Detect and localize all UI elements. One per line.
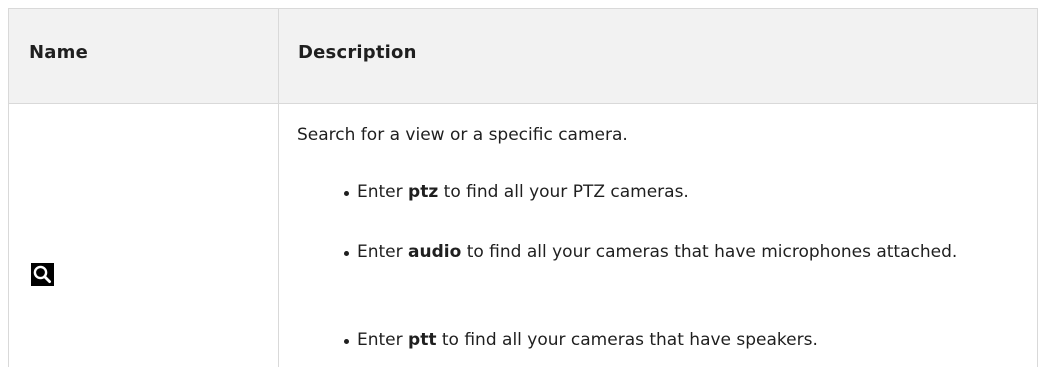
table-left-border: [8, 104, 9, 367]
column-header-name: Name: [29, 42, 88, 63]
documentation-table: Name Description Search for a view or a …: [8, 8, 1038, 367]
list-item: Enter audio to find all your cameras tha…: [344, 238, 1027, 267]
bullet-keyword: audio: [408, 242, 462, 262]
column-header-description: Description: [298, 42, 417, 63]
bullet-suffix: to find all your cameras that have speak…: [436, 330, 818, 350]
table-header-row: Name Description: [8, 8, 1038, 104]
bullet-dot: [344, 339, 349, 344]
column-divider: [278, 8, 279, 367]
bullet-prefix: Enter: [357, 242, 409, 262]
bullet-dot: [344, 251, 349, 256]
list-item: Enter ptz to find all your PTZ cameras.: [344, 178, 1027, 207]
table-right-border: [1037, 104, 1038, 367]
bullet-keyword: ptz: [408, 182, 439, 202]
list-item: Enter ptt to find all your cameras that …: [344, 326, 1027, 355]
description-intro: Search for a view or a specific camera.: [297, 125, 628, 145]
bullet-suffix: to find all your cameras that have micro…: [461, 242, 958, 262]
bullet-suffix: to find all your PTZ cameras.: [438, 182, 689, 202]
bullet-dot: [344, 191, 349, 196]
search-icon: [31, 263, 54, 286]
bullet-prefix: Enter: [357, 182, 409, 202]
bullet-prefix: Enter: [357, 330, 409, 350]
bullet-keyword: ptt: [408, 330, 437, 350]
